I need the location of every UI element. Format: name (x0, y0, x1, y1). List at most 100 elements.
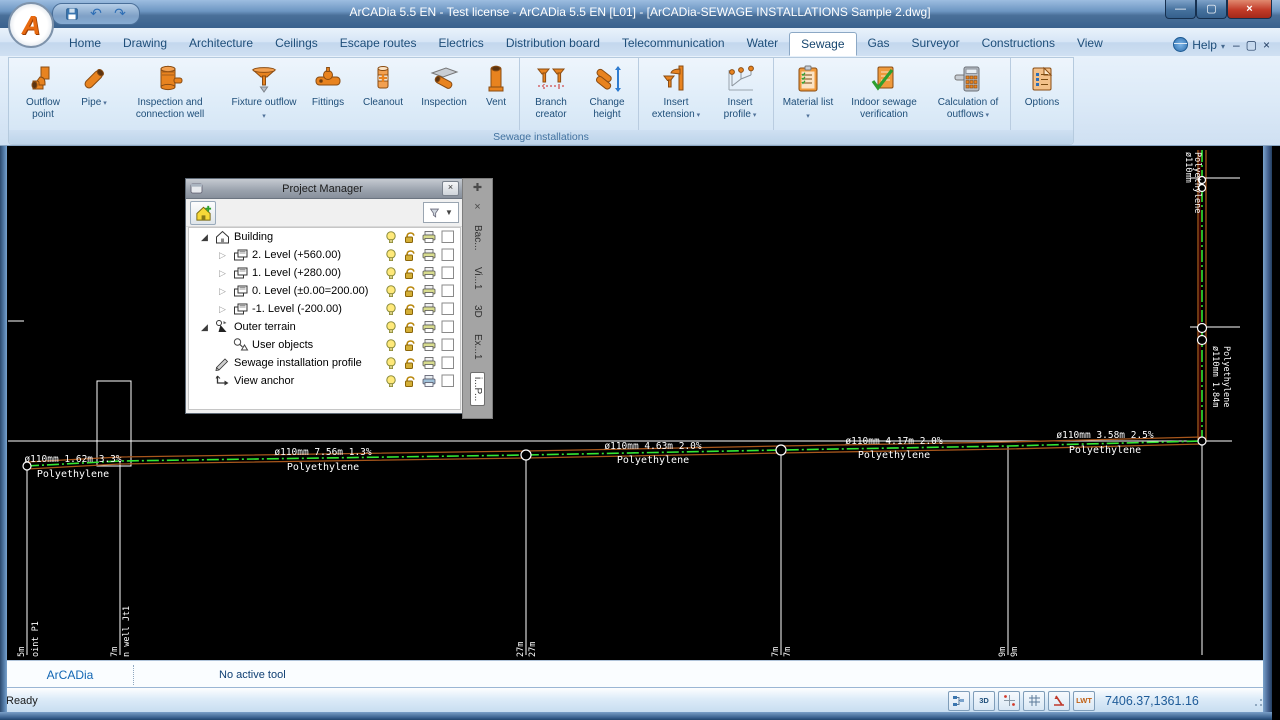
add-building-button[interactable] (190, 201, 216, 225)
lineweight-toggle[interactable]: LWT (1073, 691, 1095, 711)
selection-checkbox[interactable] (441, 302, 455, 316)
dock-close-icon[interactable]: × (474, 202, 480, 213)
printer-icon[interactable] (422, 320, 436, 334)
lock-icon[interactable] (403, 302, 417, 316)
selection-checkbox[interactable] (441, 230, 455, 244)
visibility-bulb-icon[interactable] (384, 302, 398, 316)
palette-close-button[interactable]: × (442, 181, 459, 196)
printer-icon[interactable] (422, 302, 436, 316)
calculation-of-outflows-button[interactable]: Calculation of outflows (929, 62, 1007, 123)
selection-checkbox[interactable] (441, 284, 455, 298)
tree-row-outer-terrain[interactable]: Outer terrain (189, 318, 460, 336)
change-height-button[interactable]: Change height (579, 62, 635, 123)
lock-icon[interactable] (403, 374, 417, 388)
palette-title-bar[interactable]: Project Manager × (186, 179, 463, 199)
expander-icon[interactable] (219, 286, 232, 297)
tree-row-level-0[interactable]: 0. Level (±0.00=200.00) (189, 282, 460, 300)
tab-electrics[interactable]: Electrics (427, 32, 494, 56)
expander-icon[interactable] (201, 322, 214, 333)
printer-icon[interactable] (422, 356, 436, 370)
selection-checkbox[interactable] (441, 320, 455, 334)
indoor-sewage-verification-button[interactable]: Indoor sewage verification (839, 62, 929, 123)
tree-row-building[interactable]: Building (189, 228, 460, 246)
visibility-bulb-icon[interactable] (384, 266, 398, 280)
maximize-button[interactable]: ▢ (1196, 0, 1227, 19)
printer-icon[interactable] (422, 284, 436, 298)
tree-row-user-objects[interactable]: User objects (189, 336, 460, 354)
tab-home[interactable]: Home (58, 32, 112, 56)
lock-icon[interactable] (403, 356, 417, 370)
tab-telecommunication[interactable]: Telecommunication (611, 32, 736, 56)
dock-tab-view1[interactable]: Vi...1 (471, 263, 484, 294)
inspection-button[interactable]: Inspection (412, 62, 476, 123)
expander-icon[interactable] (201, 232, 214, 243)
tree-row-sewage-profile[interactable]: Sewage installation profile (189, 354, 460, 372)
mdi-minimize-button[interactable]: – (1233, 39, 1240, 51)
dock-tab-3d[interactable]: 3D (471, 301, 484, 322)
layout-tab-arcadia[interactable]: ArCADia (7, 668, 133, 682)
ucs-toggle[interactable] (1048, 691, 1070, 711)
lock-icon[interactable] (403, 230, 417, 244)
visibility-bulb-icon[interactable] (384, 374, 398, 388)
printer-icon[interactable] (422, 374, 436, 388)
expander-icon[interactable] (219, 268, 232, 279)
vent-button[interactable]: Vent (476, 62, 516, 123)
visibility-bulb-icon[interactable] (384, 338, 398, 352)
insert-extension-button[interactable]: Insert extension (642, 62, 710, 123)
tab-constructions[interactable]: Constructions (971, 32, 1066, 56)
visibility-bulb-icon[interactable] (384, 320, 398, 334)
mdi-close-button[interactable]: × (1263, 39, 1270, 51)
outflow-point-button[interactable]: Outflow point (12, 62, 74, 123)
lock-icon[interactable] (403, 266, 417, 280)
layers-tree-toggle[interactable] (948, 691, 970, 711)
visibility-bulb-icon[interactable] (384, 230, 398, 244)
selection-checkbox[interactable] (441, 248, 455, 262)
cleanout-button[interactable]: Cleanout (354, 62, 412, 123)
lock-icon[interactable] (403, 284, 417, 298)
printer-icon[interactable] (422, 230, 436, 244)
selection-checkbox[interactable] (441, 356, 455, 370)
tab-sewage[interactable]: Sewage (789, 32, 856, 56)
tree-row-level-2[interactable]: 2. Level (+560.00) (189, 246, 460, 264)
printer-icon[interactable] (422, 248, 436, 262)
selection-checkbox[interactable] (441, 266, 455, 280)
lock-icon[interactable] (403, 320, 417, 334)
insert-profile-button[interactable]: Insert profile (710, 62, 770, 123)
branch-creator-button[interactable]: Branch creator (523, 62, 579, 123)
tab-escape-routes[interactable]: Escape routes (329, 32, 428, 56)
expander-icon[interactable] (219, 250, 232, 261)
tree-row-level-minus-1[interactable]: -1. Level (-200.00) (189, 300, 460, 318)
expander-icon[interactable] (219, 304, 232, 315)
drawing-canvas[interactable]: ø110mm 1.62m 3.3% Polyethylene ø110mm 7.… (7, 146, 1263, 660)
dock-tab-ex1[interactable]: Ex...1 (471, 330, 484, 364)
inspection-and-connection-well-button[interactable]: Inspection and connection well (114, 62, 226, 123)
arcadia-logo-button[interactable]: A (8, 2, 54, 48)
tab-distribution-board[interactable]: Distribution board (495, 32, 611, 56)
tab-gas[interactable]: Gas (857, 32, 901, 56)
fittings-button[interactable]: Fittings (302, 62, 354, 123)
tab-ceilings[interactable]: Ceilings (264, 32, 329, 56)
fixture-outflow-button[interactable]: Fixture outflow (226, 62, 302, 123)
mdi-restore-button[interactable]: ▢ (1246, 39, 1257, 51)
filter-dropdown[interactable]: ▼ (423, 202, 459, 223)
lock-icon[interactable] (403, 248, 417, 262)
tab-surveyor[interactable]: Surveyor (901, 32, 971, 56)
tab-view[interactable]: View (1066, 32, 1114, 56)
visibility-bulb-icon[interactable] (384, 356, 398, 370)
tab-drawing[interactable]: Drawing (112, 32, 178, 56)
printer-icon[interactable] (422, 266, 436, 280)
visibility-bulb-icon[interactable] (384, 284, 398, 298)
snap-points-toggle[interactable] (998, 691, 1020, 711)
selection-checkbox[interactable] (441, 338, 455, 352)
help-menu[interactable]: Help (1173, 37, 1225, 52)
tab-water[interactable]: Water (736, 32, 790, 56)
pipe-button[interactable]: Pipe (74, 62, 114, 123)
lock-icon[interactable] (403, 338, 417, 352)
printer-icon[interactable] (422, 338, 436, 352)
options-button[interactable]: Options (1014, 62, 1070, 123)
visibility-bulb-icon[interactable] (384, 248, 398, 262)
dock-tab-project[interactable]: i...P... (470, 372, 485, 406)
tree-row-level-1[interactable]: 1. Level (+280.00) (189, 264, 460, 282)
close-button[interactable]: × (1227, 0, 1272, 19)
selection-checkbox[interactable] (441, 374, 455, 388)
